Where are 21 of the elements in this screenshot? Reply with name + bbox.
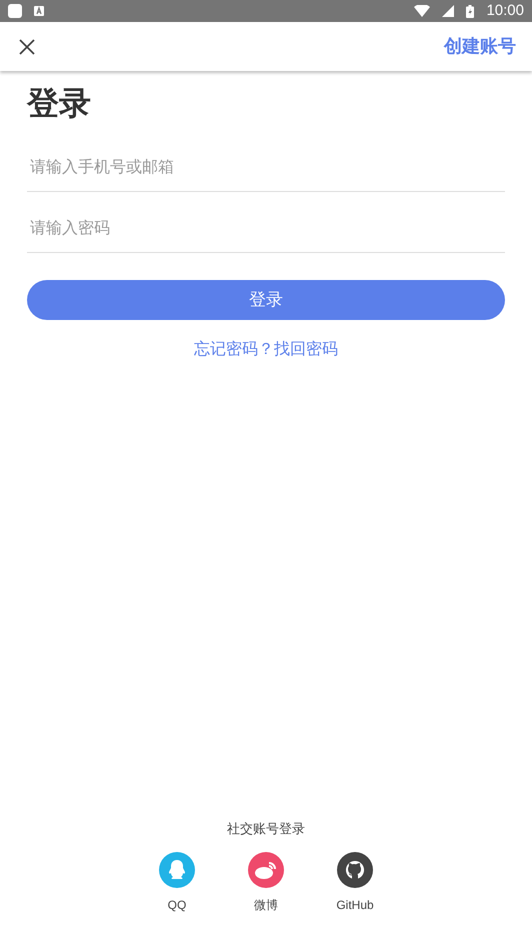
notification-icon (8, 4, 22, 18)
social-label: QQ (168, 897, 186, 914)
forgot-password-link[interactable]: 忘记密码？找回密码 (194, 338, 338, 362)
app-icon (34, 6, 44, 16)
input-field[interactable]: 请输入手机号或邮箱 (27, 131, 505, 192)
social-login-button[interactable] (337, 852, 373, 888)
weibo-icon (254, 860, 278, 880)
create-account-link[interactable]: 创建账号 (444, 33, 516, 60)
signal-icon (442, 5, 454, 17)
battery-icon (466, 4, 474, 18)
social-login-heading: 社交账号登录 (227, 820, 305, 838)
page-title: 登录 (27, 84, 92, 123)
social-label: 微博 (254, 897, 278, 914)
login-button[interactable]: 登录 (27, 280, 505, 320)
cat-icon (344, 859, 366, 881)
clock: 10:00 (486, 0, 524, 21)
penguin-icon (167, 859, 187, 881)
close-icon (19, 38, 35, 54)
input-field[interactable]: 请输入密码 (27, 192, 505, 253)
wifi-icon (414, 5, 430, 17)
social-label: GitHub (336, 897, 374, 914)
